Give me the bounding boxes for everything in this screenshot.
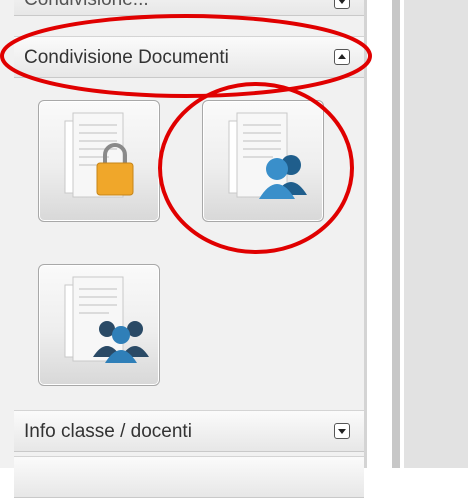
documents-group-tile[interactable] — [38, 264, 160, 386]
documents-users-tile[interactable] — [202, 100, 324, 222]
main-content-area — [404, 0, 468, 468]
collapse-toggle-top[interactable] — [334, 0, 350, 9]
panel-divider-right[interactable] — [392, 0, 400, 468]
documents-users-icon — [228, 112, 307, 199]
section-label-condivisione: Condivisione Documenti — [24, 47, 229, 68]
section-header-condivisione[interactable]: Condivisione Documenti — [14, 36, 364, 78]
collapse-toggle-condivisione[interactable] — [334, 49, 350, 65]
documents-group-icon — [64, 276, 149, 363]
section-header-info[interactable]: Info classe / docenti — [14, 410, 364, 452]
section-label-top: Condivisione... — [24, 0, 149, 11]
panel-divider-left — [364, 0, 367, 468]
section-label-info: Info classe / docenti — [24, 421, 192, 442]
sidebar-panel: Condivisione... Condivisione Documenti — [0, 0, 364, 498]
section-header-next[interactable] — [14, 456, 364, 498]
section-header-top[interactable]: Condivisione... — [14, 0, 364, 16]
documents-lock-tile[interactable] — [38, 100, 160, 222]
collapse-toggle-info[interactable] — [334, 423, 350, 439]
documents-lock-icon — [64, 112, 134, 198]
